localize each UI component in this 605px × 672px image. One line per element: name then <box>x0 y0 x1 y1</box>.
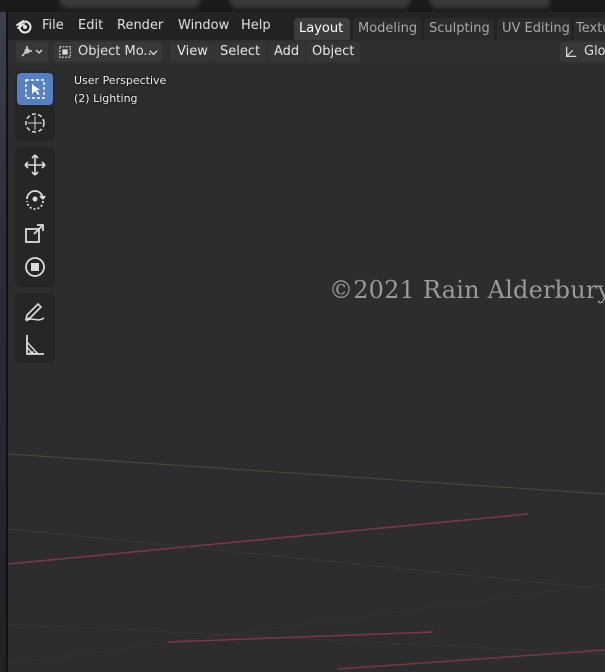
view-perspective-label: User Perspective <box>74 74 167 87</box>
menu-select[interactable]: Select <box>214 42 267 62</box>
transform-icon <box>25 257 45 277</box>
top-menubar: File Edit Render Window Help Layout Mode… <box>8 12 605 40</box>
orientation-axes-icon <box>566 46 577 57</box>
select-box-tool[interactable] <box>17 73 53 105</box>
measure-ruler-icon <box>26 335 44 355</box>
move-arrows-icon <box>24 154 46 176</box>
annotate-pencil-icon <box>24 302 45 322</box>
select-tools-group <box>15 71 55 141</box>
window-title-strip <box>0 0 605 12</box>
tab-layout[interactable]: Layout <box>294 18 350 40</box>
rotate-icon <box>26 190 46 210</box>
select-box-icon <box>25 79 45 99</box>
chevron-down-icon <box>149 50 158 56</box>
menu-add[interactable]: Add <box>268 42 306 62</box>
tab-uv-editing[interactable]: UV Editing <box>497 18 571 40</box>
menu-render[interactable]: Render <box>117 18 163 33</box>
scale-tool[interactable] <box>17 217 53 249</box>
viewport-editor-icon <box>21 46 43 57</box>
3d-viewport[interactable] <box>8 64 605 672</box>
object-mode-icon <box>59 46 71 58</box>
object-mode-dropdown[interactable]: Object Mo... <box>54 42 162 62</box>
copyright-watermark: ©2021 Rain Alderbury <box>329 276 605 304</box>
left-window-edge <box>0 12 8 672</box>
orientation-label: Glo <box>584 44 605 59</box>
rotate-tool[interactable] <box>17 183 53 215</box>
tab-texture-paint[interactable]: Textu <box>574 18 605 40</box>
transform-tools-group <box>15 147 55 287</box>
move-tool[interactable] <box>17 149 53 181</box>
tab-modeling[interactable]: Modeling <box>353 18 421 40</box>
collection-label: (2) Lighting <box>74 92 138 105</box>
tab-sculpting[interactable]: Sculpting <box>424 18 494 40</box>
blender-logo-icon[interactable] <box>16 18 32 34</box>
annotate-tools-group <box>15 293 55 363</box>
annotate-tool[interactable] <box>17 295 53 327</box>
editor-type-button[interactable] <box>16 42 48 62</box>
menu-object[interactable]: Object <box>306 42 361 62</box>
menu-file[interactable]: File <box>42 18 64 33</box>
scale-icon <box>25 224 44 243</box>
viewport-header: Object Mo... View Select Add Object Glo <box>8 40 605 64</box>
cursor-3d-icon <box>25 113 45 133</box>
measure-tool[interactable] <box>17 329 53 361</box>
menu-view[interactable]: View <box>171 42 214 62</box>
object-mode-label: Object Mo... <box>78 44 156 59</box>
floor-grid <box>8 453 605 670</box>
menu-help[interactable]: Help <box>241 18 271 33</box>
transform-orientation-dropdown[interactable]: Glo <box>560 42 605 62</box>
transform-tool[interactable] <box>17 251 53 283</box>
menu-edit[interactable]: Edit <box>78 18 103 33</box>
menu-window[interactable]: Window <box>178 18 229 33</box>
cursor-tool[interactable] <box>17 107 53 139</box>
